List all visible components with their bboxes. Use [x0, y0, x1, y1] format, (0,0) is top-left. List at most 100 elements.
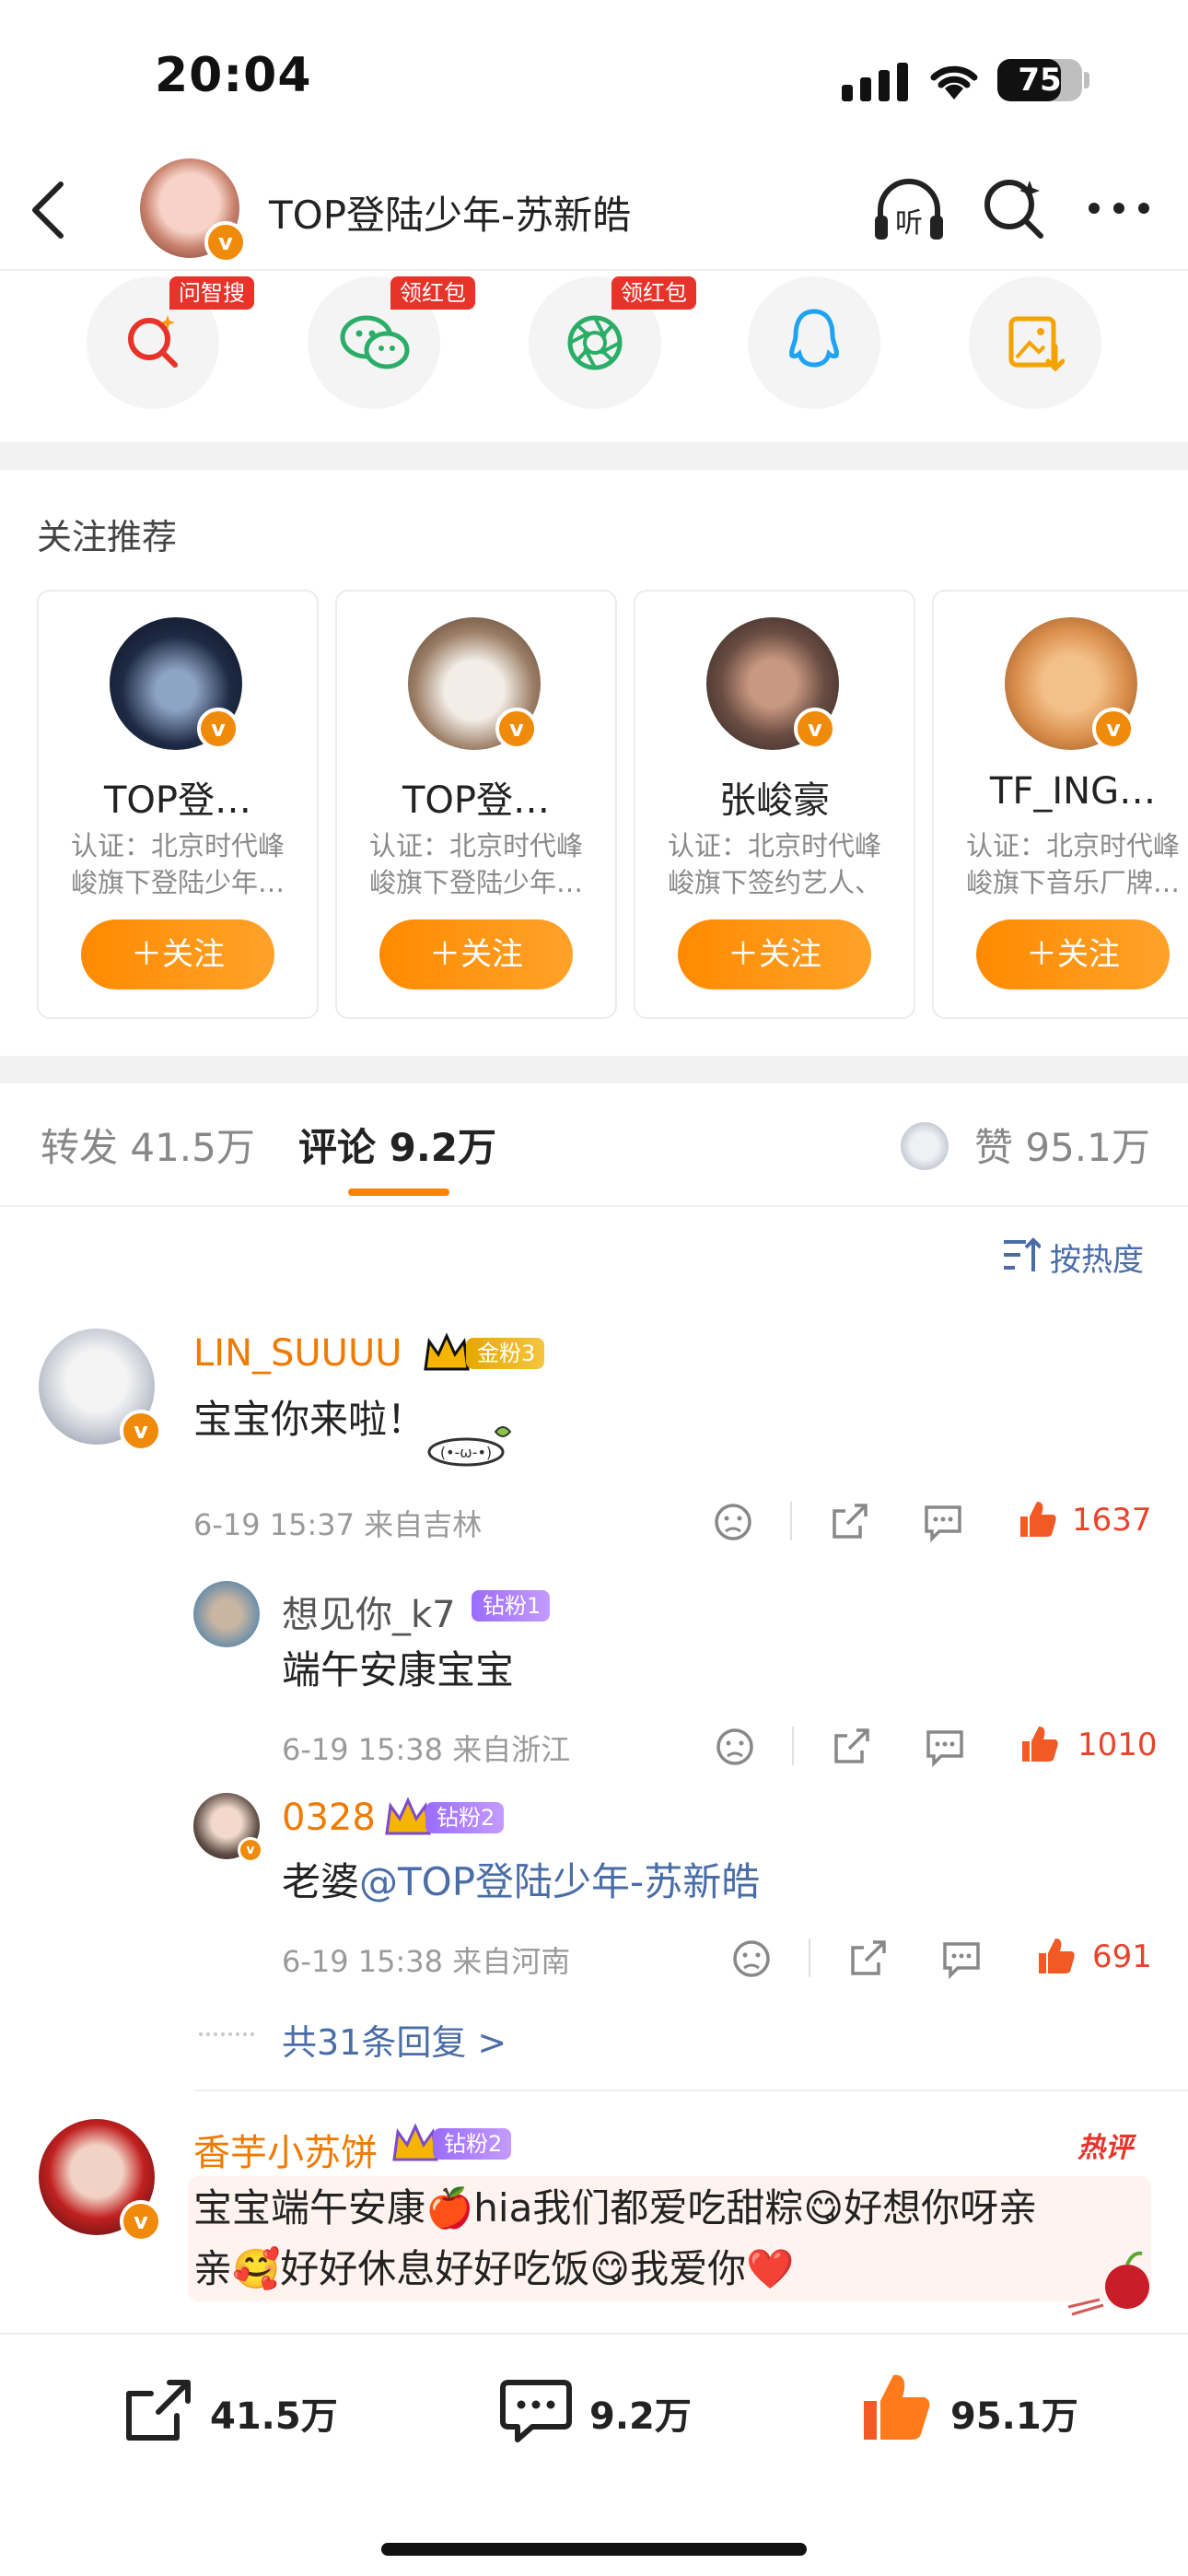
- recommend-card[interactable]: v TOP登… 认证：北京时代峰峻旗下登陆少年… ＋关注: [335, 590, 617, 1019]
- section-divider: [0, 1056, 1188, 1083]
- cellular-signal-icon: [842, 63, 908, 101]
- comment-text-line: 宝宝端午安康🍎hia我们都爱吃甜粽😋好想你呀亲: [193, 2185, 1038, 2231]
- home-indicator: [381, 2543, 807, 2556]
- comment-icon[interactable]: [499, 2377, 573, 2443]
- like-avatar: [901, 1122, 949, 1170]
- hot-comment-label: 热评: [1077, 2132, 1133, 2164]
- share-qq-button[interactable]: [748, 276, 880, 409]
- reply-meta: 6-19 15:38 来自河南: [282, 1944, 571, 1979]
- verified-badge-icon: v: [120, 2200, 162, 2242]
- follow-button[interactable]: ＋关注: [976, 919, 1170, 989]
- comment-text: 宝宝你来啦！: [193, 1397, 426, 1442]
- reply-text: 端午安康宝宝: [282, 1647, 515, 1692]
- comment-author[interactable]: 香芋小苏饼: [193, 2123, 378, 2176]
- verified-badge-icon: v: [794, 708, 836, 750]
- more-icon[interactable]: [1087, 201, 1151, 216]
- battery-nub: [1084, 72, 1089, 88]
- verified-badge-icon: v: [120, 1410, 162, 1452]
- follow-button[interactable]: ＋关注: [678, 919, 871, 989]
- fan-badge: 钻粉1: [472, 1590, 551, 1622]
- dislike-icon[interactable]: [715, 1727, 755, 1767]
- wechat-icon: [340, 315, 410, 369]
- verified-badge-icon: v: [238, 1837, 263, 1863]
- dislike-icon[interactable]: [731, 1938, 772, 1979]
- reply-icon[interactable]: [925, 1727, 965, 1767]
- like-total[interactable]: 95.1万: [950, 2386, 1078, 2440]
- share-badge-ai-search: 问智搜: [169, 276, 254, 310]
- recommend-desc: 认证：北京时代峰峻旗下签约艺人、: [667, 830, 881, 898]
- sort-icon[interactable]: [1002, 1236, 1041, 1273]
- reply-icon[interactable]: [923, 1502, 963, 1542]
- tab-comment[interactable]: 评论 9.2万: [298, 1117, 496, 1173]
- recommend-title: 关注推荐: [37, 517, 178, 557]
- like-icon[interactable]: [1035, 1935, 1076, 1975]
- battery-icon: 75: [997, 59, 1082, 101]
- bottom-divider: [0, 2333, 1188, 2335]
- header-divider: [0, 269, 1188, 271]
- save-image-icon: [1008, 316, 1065, 372]
- like-count: 691: [1092, 1938, 1152, 1975]
- follow-button[interactable]: ＋关注: [379, 919, 573, 989]
- dotted-line: [199, 2032, 254, 2040]
- action-separator: [790, 1502, 792, 1540]
- sort-button[interactable]: 按热度: [1050, 1235, 1144, 1280]
- comment-count[interactable]: 9.2万: [589, 2386, 692, 2440]
- back-chevron-icon[interactable]: [28, 181, 68, 240]
- tab-divider: [0, 1205, 1188, 1207]
- comment-text-line: 亲🥰好好休息好好吃饭😋我爱你❤️: [193, 2246, 795, 2291]
- follow-button[interactable]: ＋关注: [81, 919, 274, 989]
- verified-badge-icon: v: [197, 708, 239, 750]
- comment-meta: 6-19 15:37 来自吉林: [193, 1507, 483, 1542]
- share-icon[interactable]: [829, 1502, 869, 1542]
- listen-icon[interactable]: 听: [871, 175, 947, 243]
- action-separator: [792, 1727, 794, 1765]
- fan-badge: 金粉3: [466, 1338, 545, 1369]
- page-title[interactable]: TOP登陆少年-苏新皓: [269, 184, 631, 240]
- comment-divider: [193, 2090, 1188, 2091]
- qq-icon: [789, 309, 839, 368]
- tab-like[interactable]: 赞 95.1万: [974, 1117, 1150, 1173]
- verified-badge-icon: v: [1092, 708, 1135, 750]
- status-time: 20:04: [155, 48, 312, 103]
- recommend-name: 张峻豪: [719, 779, 830, 822]
- verified-badge-icon: v: [495, 708, 538, 750]
- repost-icon[interactable]: [122, 2377, 193, 2445]
- tab-indicator: [348, 1188, 449, 1196]
- wifi-icon: [930, 65, 978, 100]
- recommend-desc: 认证：北京时代峰峻旗下登陆少年…: [70, 830, 285, 898]
- share-icon[interactable]: [831, 1727, 871, 1767]
- share-save-image-button[interactable]: [969, 276, 1101, 409]
- verified-badge-icon: v: [204, 221, 247, 263]
- recommend-card[interactable]: v TOP登… 认证：北京时代峰峻旗下登陆少年… ＋关注: [37, 590, 319, 1019]
- comment-author[interactable]: LIN_SUUUU: [193, 1332, 402, 1375]
- recommend-name: TOP登…: [402, 779, 551, 822]
- reply-author[interactable]: 想见你_k7: [282, 1585, 456, 1638]
- reply-text-prefix: 老婆: [282, 1859, 360, 1904]
- moments-icon: [567, 315, 623, 370]
- reply-author[interactable]: 0328: [282, 1797, 376, 1839]
- recommend-card[interactable]: v TF_ING… 认证：北京时代峰峻旗下音乐厂牌… ＋关注: [932, 590, 1188, 1019]
- repost-count[interactable]: 41.5万: [210, 2386, 338, 2440]
- more-replies-link[interactable]: 共31条回复 >: [282, 2014, 507, 2065]
- mention-link[interactable]: @TOP登陆少年-苏新皓: [359, 1859, 760, 1904]
- section-divider: [0, 442, 1188, 470]
- svg-text:(•-ω-•): (•-ω-•): [440, 1444, 492, 1461]
- tab-repost[interactable]: 转发 41.5万: [41, 1117, 255, 1173]
- fan-badge: 钻粉2: [433, 2128, 512, 2160]
- ai-search-icon[interactable]: [982, 175, 1046, 240]
- recommend-desc: 认证：北京时代峰峻旗下音乐厂牌…: [965, 830, 1180, 898]
- action-separator: [809, 1938, 810, 1977]
- apple-decoration-icon: [1067, 2251, 1149, 2316]
- dislike-icon[interactable]: [713, 1502, 753, 1542]
- avatar[interactable]: [193, 1581, 260, 1647]
- battery-text: 75: [1018, 62, 1062, 99]
- recommend-desc: 认证：北京时代峰峻旗下登陆少年…: [368, 830, 583, 898]
- like-count: 1010: [1077, 1727, 1158, 1763]
- like-icon[interactable]: [1017, 1498, 1057, 1539]
- like-icon[interactable]: [1019, 1723, 1059, 1763]
- recommend-card[interactable]: v 张峻豪 认证：北京时代峰峻旗下签约艺人、 ＋关注: [634, 590, 915, 1019]
- share-icon[interactable]: [847, 1938, 888, 1979]
- reply-icon[interactable]: [941, 1938, 982, 1979]
- sticker-icon: (•-ω-•): [427, 1426, 512, 1467]
- like-thumb-icon[interactable]: [860, 2370, 934, 2443]
